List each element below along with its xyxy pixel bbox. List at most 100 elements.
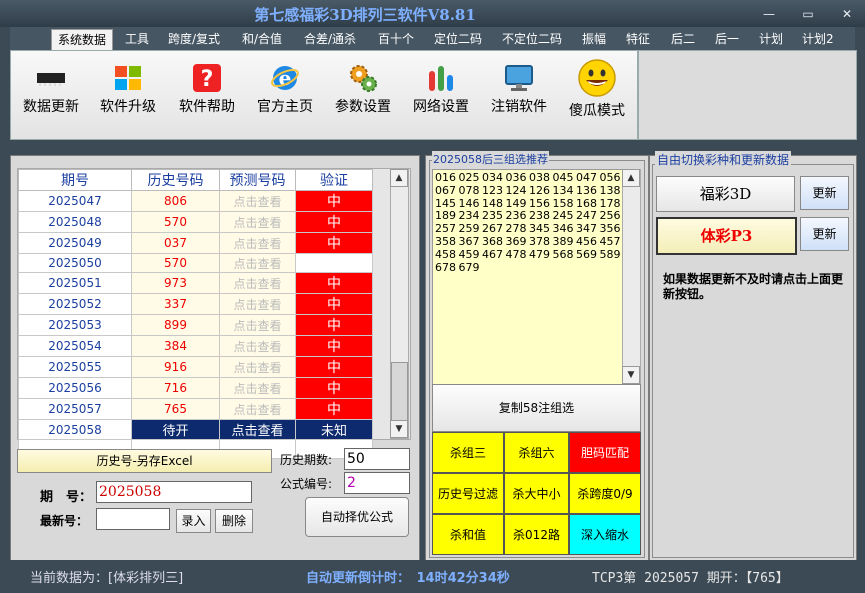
kill-012-button[interactable]: 杀012路 <box>504 514 569 555</box>
table-row[interactable]: 2025047 806 点击查看中 <box>18 190 373 212</box>
menu-feature[interactable]: 特征 <box>620 29 656 49</box>
menu-sum[interactable]: 和/合值 <box>236 29 288 49</box>
verify-cell: 中 <box>295 211 373 233</box>
maximize-button[interactable]: ▭ <box>797 6 819 22</box>
recommend-title: 2025058后三组选推荐 <box>432 151 549 167</box>
scroll-up-icon[interactable]: ▲ <box>390 169 408 187</box>
official-site-label: 官方主页 <box>257 99 313 115</box>
internet-explorer-icon: e <box>269 62 301 94</box>
recommend-scrollbar[interactable] <box>622 169 641 385</box>
table-row[interactable]: 2025056 716 点击查看中 <box>18 377 373 399</box>
countdown-status: 自动更新倒计时： 14时42分34秒 <box>306 571 510 586</box>
logout-button[interactable]: 注销软件 <box>480 62 558 126</box>
predict-link[interactable]: 点击查看 <box>219 190 296 212</box>
predict-link[interactable]: 点击查看 <box>219 232 296 254</box>
menu-plan[interactable]: 计划 <box>753 29 789 49</box>
menu-diff[interactable]: 合差/通杀 <box>298 29 362 49</box>
menu-system-data[interactable]: 系统数据 <box>51 29 114 50</box>
period-count-input[interactable]: 50 <box>344 448 410 470</box>
menu-tools[interactable]: 工具 <box>119 29 155 49</box>
delete-button[interactable]: 删除 <box>215 509 253 533</box>
scroll-up-icon[interactable]: ▲ <box>622 169 640 187</box>
predict-link[interactable]: 点击查看 <box>219 253 296 273</box>
update-p3-button[interactable]: 更新 <box>800 217 849 251</box>
table-row[interactable]: 2025054 384 点击查看中 <box>18 335 373 357</box>
issue-cell: 2025054 <box>18 335 132 357</box>
software-upgrade-button[interactable]: 软件升级 <box>89 62 167 126</box>
predict-link[interactable]: 点击查看 <box>219 314 296 336</box>
monitor-icon <box>503 62 535 94</box>
current-issue-row[interactable]: 2025058 待开 点击查看 未知 <box>18 419 373 440</box>
menu-plan2[interactable]: 计划2 <box>796 29 840 49</box>
copy-combos-button[interactable]: 复制58注组选 <box>432 384 641 432</box>
data-update-label: 数据更新 <box>23 99 79 115</box>
table-row[interactable]: 2025051 973 点击查看中 <box>18 272 373 294</box>
minimize-button[interactable]: — <box>758 6 780 22</box>
update-fc3d-button[interactable]: 更新 <box>800 176 849 210</box>
menu-amplitude[interactable]: 振幅 <box>576 29 612 49</box>
kill-span-button[interactable]: 杀跨度0/9 <box>569 473 641 514</box>
scroll-down-icon[interactable]: ▼ <box>390 420 408 438</box>
history-header-row: 期号 历史号码 预测号码 验证 <box>18 169 373 191</box>
easy-mode-label: 傻瓜模式 <box>569 103 625 119</box>
fc3d-button[interactable]: 福彩3D <box>656 176 795 212</box>
header-predict: 预测号码 <box>219 169 296 191</box>
switch-title: 自由切换彩种和更新数据 <box>655 151 792 168</box>
verify-cell: 中 <box>295 190 373 212</box>
predict-link[interactable]: 点击查看 <box>219 211 296 233</box>
enter-button[interactable]: 录入 <box>176 509 211 533</box>
table-row[interactable]: 2025052 337 点击查看中 <box>18 293 373 315</box>
table-row[interactable]: 2025053 899 点击查看中 <box>18 314 373 336</box>
table-row[interactable]: 2025049 037 点击查看中 <box>18 232 373 254</box>
data-update-button[interactable]: 数据更新 <box>12 62 90 126</box>
kill-sum-button[interactable]: 杀和值 <box>432 514 504 555</box>
menu-last-two[interactable]: 后二 <box>665 29 701 49</box>
official-site-button[interactable]: e 官方主页 <box>246 62 324 126</box>
gall-match-button[interactable]: 胆码匹配 <box>569 432 641 473</box>
kill-size-button[interactable]: 杀大中小 <box>504 473 569 514</box>
auto-formula-button[interactable]: 自动择优公式 <box>305 497 409 537</box>
scroll-thumb[interactable] <box>391 362 408 422</box>
kill-group3-button[interactable]: 杀组三 <box>432 432 504 473</box>
issue-cell: 2025057 <box>18 398 132 420</box>
predict-link[interactable]: 点击查看 <box>219 419 296 440</box>
recommend-numbers-textarea[interactable]: 016 025 034 036 038 045 047 056 067 078 … <box>432 169 628 387</box>
table-row[interactable]: 2025055 916 点击查看中 <box>18 356 373 378</box>
latest-label: 最新号： <box>40 514 89 528</box>
deep-shrink-button[interactable]: 深入缩水 <box>569 514 641 555</box>
history-filter-button[interactable]: 历史号过滤 <box>432 473 504 514</box>
scroll-down-icon[interactable]: ▼ <box>622 366 640 384</box>
menu-fixed-two[interactable]: 定位二码 <box>428 29 488 49</box>
predict-link[interactable]: 点击查看 <box>219 377 296 399</box>
last-draw-status: TCP3第 2025057 期开：【765】 <box>592 571 789 586</box>
menu-unfixed-two[interactable]: 不定位二码 <box>496 29 568 49</box>
menu-span[interactable]: 跨度/复式 <box>162 29 226 49</box>
predict-link[interactable]: 点击查看 <box>219 356 296 378</box>
menu-positions[interactable]: 百十个 <box>372 29 420 49</box>
table-row[interactable]: 2025048 570 点击查看中 <box>18 211 373 233</box>
table-row[interactable]: 2025057 765 点击查看中 <box>18 398 373 420</box>
issue-input[interactable]: 2025058 <box>96 481 252 503</box>
verify-cell: 中 <box>295 232 373 254</box>
logout-label: 注销软件 <box>491 99 547 115</box>
header-verify: 验证 <box>295 169 373 191</box>
issue-cell: 2025053 <box>18 314 132 336</box>
export-excel-button[interactable]: 历史号-另存Excel <box>17 449 272 473</box>
network-settings-button[interactable]: 网络设置 <box>402 62 480 126</box>
easy-mode-button[interactable]: 傻瓜模式 <box>558 58 636 122</box>
software-help-button[interactable]: ? 软件帮助 <box>168 62 246 126</box>
settings-button[interactable]: 参数设置 <box>324 62 402 126</box>
p3-button[interactable]: 体彩P3 <box>656 217 797 255</box>
latest-number-input[interactable] <box>96 508 170 530</box>
kill-group6-button[interactable]: 杀组六 <box>504 432 569 473</box>
close-button[interactable]: ✕ <box>836 6 858 22</box>
issue-cell: 2025049 <box>18 232 132 254</box>
predict-link[interactable]: 点击查看 <box>219 335 296 357</box>
formula-input[interactable]: 2 <box>344 472 410 494</box>
predict-link[interactable]: 点击查看 <box>219 398 296 420</box>
menu-last-one[interactable]: 后一 <box>709 29 745 49</box>
predict-link[interactable]: 点击查看 <box>219 272 296 294</box>
predict-link[interactable]: 点击查看 <box>219 293 296 315</box>
table-row[interactable]: 2025050 570 点击查看 <box>18 253 373 273</box>
window-title: 第七感福彩3D排列三软件V8.81 <box>254 6 476 24</box>
